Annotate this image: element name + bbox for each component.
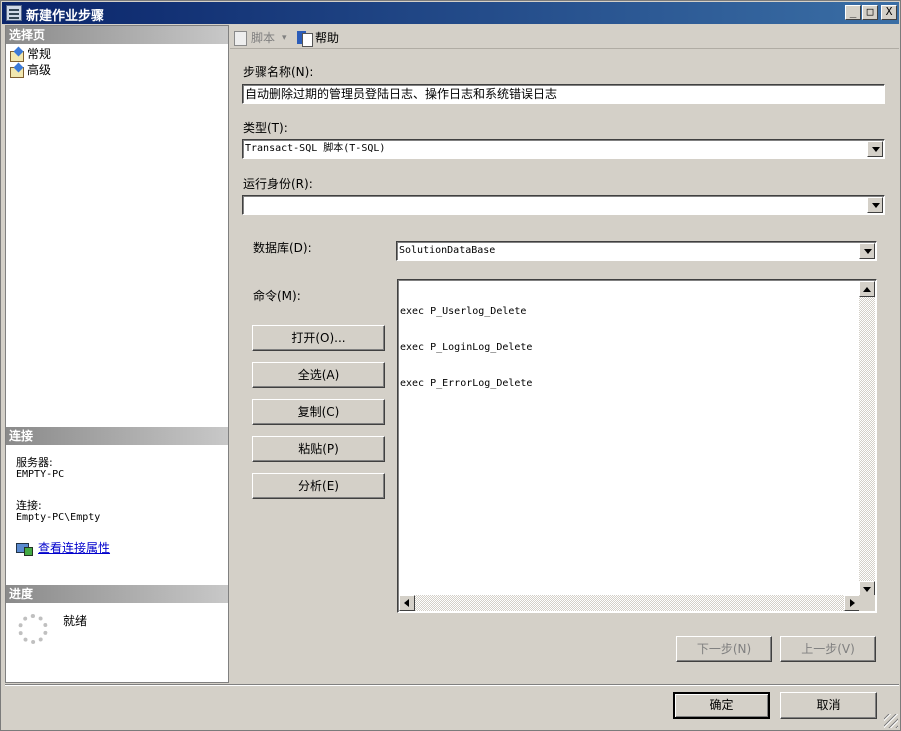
chevron-down-icon[interactable]: ▾ [282, 33, 287, 43]
minimize-button[interactable]: _ [845, 5, 861, 20]
page-icon [9, 48, 24, 62]
help-button[interactable]: 帮助 [296, 29, 340, 47]
scroll-up-icon[interactable] [859, 281, 875, 297]
select-all-button[interactable]: 全选(A) [252, 362, 385, 388]
maximize-button[interactable]: □ [862, 5, 878, 20]
database-select[interactable]: SolutionDataBase [396, 241, 877, 261]
previous-step-button[interactable]: 上一步(V) [780, 636, 876, 662]
chevron-down-icon[interactable] [867, 141, 883, 157]
cancel-button[interactable]: 取消 [780, 692, 877, 719]
parse-button[interactable]: 分析(E) [252, 473, 385, 499]
type-select[interactable]: Transact-SQL 脚本(T-SQL) [242, 139, 885, 159]
server-value: EMPTY-PC [16, 469, 65, 480]
command-line: exec P_Userlog_Delete [400, 306, 527, 317]
scroll-left-icon[interactable] [399, 595, 415, 611]
connection-label: 连接: [16, 499, 42, 512]
left-pane: 选择页 常规 高级 连接 服务器: EMPTY-PC 连接: Empty-PC\… [5, 25, 229, 683]
type-label: 类型(T): [243, 121, 288, 135]
toolbar: 脚本 ▾ 帮助 [230, 25, 899, 49]
script-label: 脚本 [251, 31, 276, 45]
command-line: exec P_LoginLog_Delete [400, 342, 533, 353]
resize-grip-icon[interactable] [884, 714, 898, 728]
footer-divider [5, 684, 899, 686]
next-step-button[interactable]: 下一步(N) [676, 636, 772, 662]
step-name-label: 步骤名称(N): [243, 65, 314, 79]
chevron-down-icon[interactable] [867, 197, 883, 213]
copy-button[interactable]: 复制(C) [252, 399, 385, 425]
script-icon [232, 30, 248, 46]
scrollbar-corner [859, 595, 875, 611]
ok-button[interactable]: 确定 [673, 692, 770, 719]
scroll-right-icon[interactable] [844, 595, 860, 611]
view-connection-properties-label: 查看连接属性 [38, 541, 111, 555]
view-connection-properties-link[interactable]: 查看连接属性 [16, 539, 110, 556]
step-name-input[interactable]: 自动删除过期的管理员登陆日志、操作日志和系统错误日志 [242, 84, 885, 104]
connection-properties-icon [16, 541, 33, 556]
database-label: 数据库(D): [253, 241, 312, 255]
server-label: 服务器: [16, 456, 53, 469]
help-label: 帮助 [315, 31, 340, 45]
script-button[interactable]: 脚本 ▾ [232, 29, 287, 46]
run-as-select[interactable] [242, 195, 885, 215]
vertical-scrollbar[interactable] [859, 281, 875, 597]
page-item-label: 高级 [27, 63, 52, 77]
run-as-label: 运行身份(R): [243, 177, 313, 191]
chevron-down-icon[interactable] [859, 243, 875, 259]
help-icon [296, 30, 313, 47]
page-item-general[interactable]: 常规 [9, 46, 51, 62]
database-select-value: SolutionDataBase [399, 245, 496, 256]
window-icon [6, 5, 22, 21]
paste-button[interactable]: 粘贴(P) [252, 436, 385, 462]
title-bar[interactable]: 新建作业步骤 _ □ X [2, 2, 899, 24]
window-title: 新建作业步骤 [26, 9, 105, 24]
command-label: 命令(M): [253, 289, 301, 303]
progress-spinner-icon [18, 614, 48, 644]
close-button[interactable]: X [881, 5, 897, 20]
connection-header: 连接 [6, 427, 228, 445]
page-icon [9, 64, 24, 78]
job-step-dialog: 新建作业步骤 _ □ X 选择页 常规 高级 连接 服务器: EMPTY-PC … [0, 0, 901, 731]
progress-status: 就绪 [63, 614, 88, 628]
command-text[interactable]: exec P_Userlog_Delete exec P_LoginLog_De… [400, 282, 532, 414]
command-editor[interactable]: exec P_Userlog_Delete exec P_LoginLog_De… [397, 279, 877, 613]
page-item-label: 常规 [27, 47, 52, 61]
type-select-value: Transact-SQL 脚本(T-SQL) [245, 143, 386, 154]
select-page-header: 选择页 [6, 26, 228, 44]
horizontal-scrollbar[interactable] [399, 595, 860, 611]
connection-value: Empty-PC\Empty [16, 512, 101, 523]
page-item-advanced[interactable]: 高级 [9, 62, 51, 78]
open-button[interactable]: 打开(O)... [252, 325, 385, 351]
progress-header: 进度 [6, 585, 228, 603]
command-line: exec P_ErrorLog_Delete [400, 378, 533, 389]
